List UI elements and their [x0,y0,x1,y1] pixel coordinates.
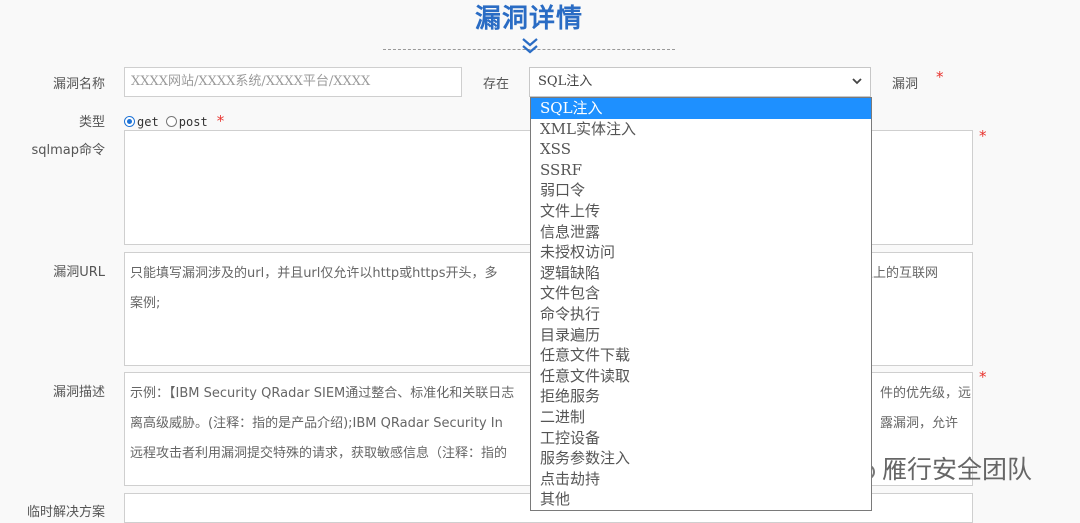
type-label: 类型 [78,115,105,130]
dropdown-option[interactable]: 逻辑缺陷 [531,263,871,284]
dropdown-option[interactable]: 二进制 [531,407,871,428]
name-label: 漏洞名称 [52,77,105,92]
type-radio-group: get post * [124,111,224,130]
desc-line2-tail: 露漏洞，允许 [880,416,959,431]
vuln-type-select[interactable]: SQL注入 [529,67,871,97]
dropdown-option[interactable]: SQL注入 [531,98,871,119]
radio-get-circle[interactable] [124,116,135,127]
radio-post-circle[interactable] [165,116,177,127]
dropdown-option[interactable]: 服务参数注入 [531,448,871,469]
dropdown-option[interactable]: XML实体注入 [531,119,871,140]
desc-line2: 离高级威胁。(注释：指的是产品介绍);IBM QRadar Security I… [130,416,503,431]
required-mark: * [216,112,225,130]
dropdown-option[interactable]: 弱口令 [531,180,871,201]
required-mark: * [936,68,944,86]
required-mark: * [979,127,987,145]
dropdown-option[interactable]: 未授权访问 [531,242,871,263]
dropdown-option[interactable]: XSS [531,139,871,160]
required-mark: * [979,368,987,386]
watermark-text: 雁行安全团队 [882,455,1033,484]
vuln-type-select-value: SQL注入 [538,74,593,89]
radio-get[interactable]: get [124,111,164,130]
dropdown-option[interactable]: 点击劫持 [531,469,871,490]
double-chevron-down-icon [522,38,538,54]
vuln-name-input[interactable]: XXXX网站/XXXX系统/XXXX平台/XXXX [124,67,462,97]
dropdown-option[interactable]: 工控设备 [531,428,871,449]
desc-line1-tail: 件的优先级，远 [880,386,972,401]
url-placeholder-text: 只能填写漏洞涉及的url，并且url仅允许以http或https开头，多 [130,266,498,281]
dropdown-option[interactable]: 文件包含 [531,283,871,304]
dropdown-option[interactable]: 目录遍历 [531,325,871,346]
vuln-suffix-label: 漏洞 [892,77,919,92]
radio-post[interactable]: post [165,111,213,130]
desc-label: 漏洞描述 [52,385,105,400]
watermark: 雁行安全团队 [838,450,1068,486]
dropdown-option[interactable]: 信息泄露 [531,222,871,243]
page-title: 漏洞详情 [474,4,583,34]
chevron-down-icon [852,78,862,85]
sqlmap-label: sqlmap命令 [31,143,105,158]
exists-label: 存在 [483,77,510,92]
dropdown-option[interactable]: 任意文件下载 [531,345,871,366]
dropdown-option[interactable]: 命令执行 [531,304,871,325]
dropdown-option[interactable]: 任意文件读取 [531,366,871,387]
temp-fix-label: 临时解决方案 [26,505,105,520]
desc-line1: 示例：【IBM Security QRadar SIEM通过整合、标准化和关联日… [130,386,515,401]
radio-get-label[interactable]: get [137,115,159,129]
radio-post-label[interactable]: post [179,115,208,129]
dropdown-option[interactable]: SSRF [531,160,871,181]
vuln-type-dropdown[interactable]: SQL注入 XML实体注入 XSS SSRF 弱口令 文件上传 信息泄露 未授权… [530,97,872,511]
dropdown-option[interactable]: 文件上传 [531,201,871,222]
dropdown-option[interactable]: 其他 [531,489,871,510]
url-label: 漏洞URL [53,265,105,280]
dropdown-option[interactable]: 拒绝服务 [531,386,871,407]
